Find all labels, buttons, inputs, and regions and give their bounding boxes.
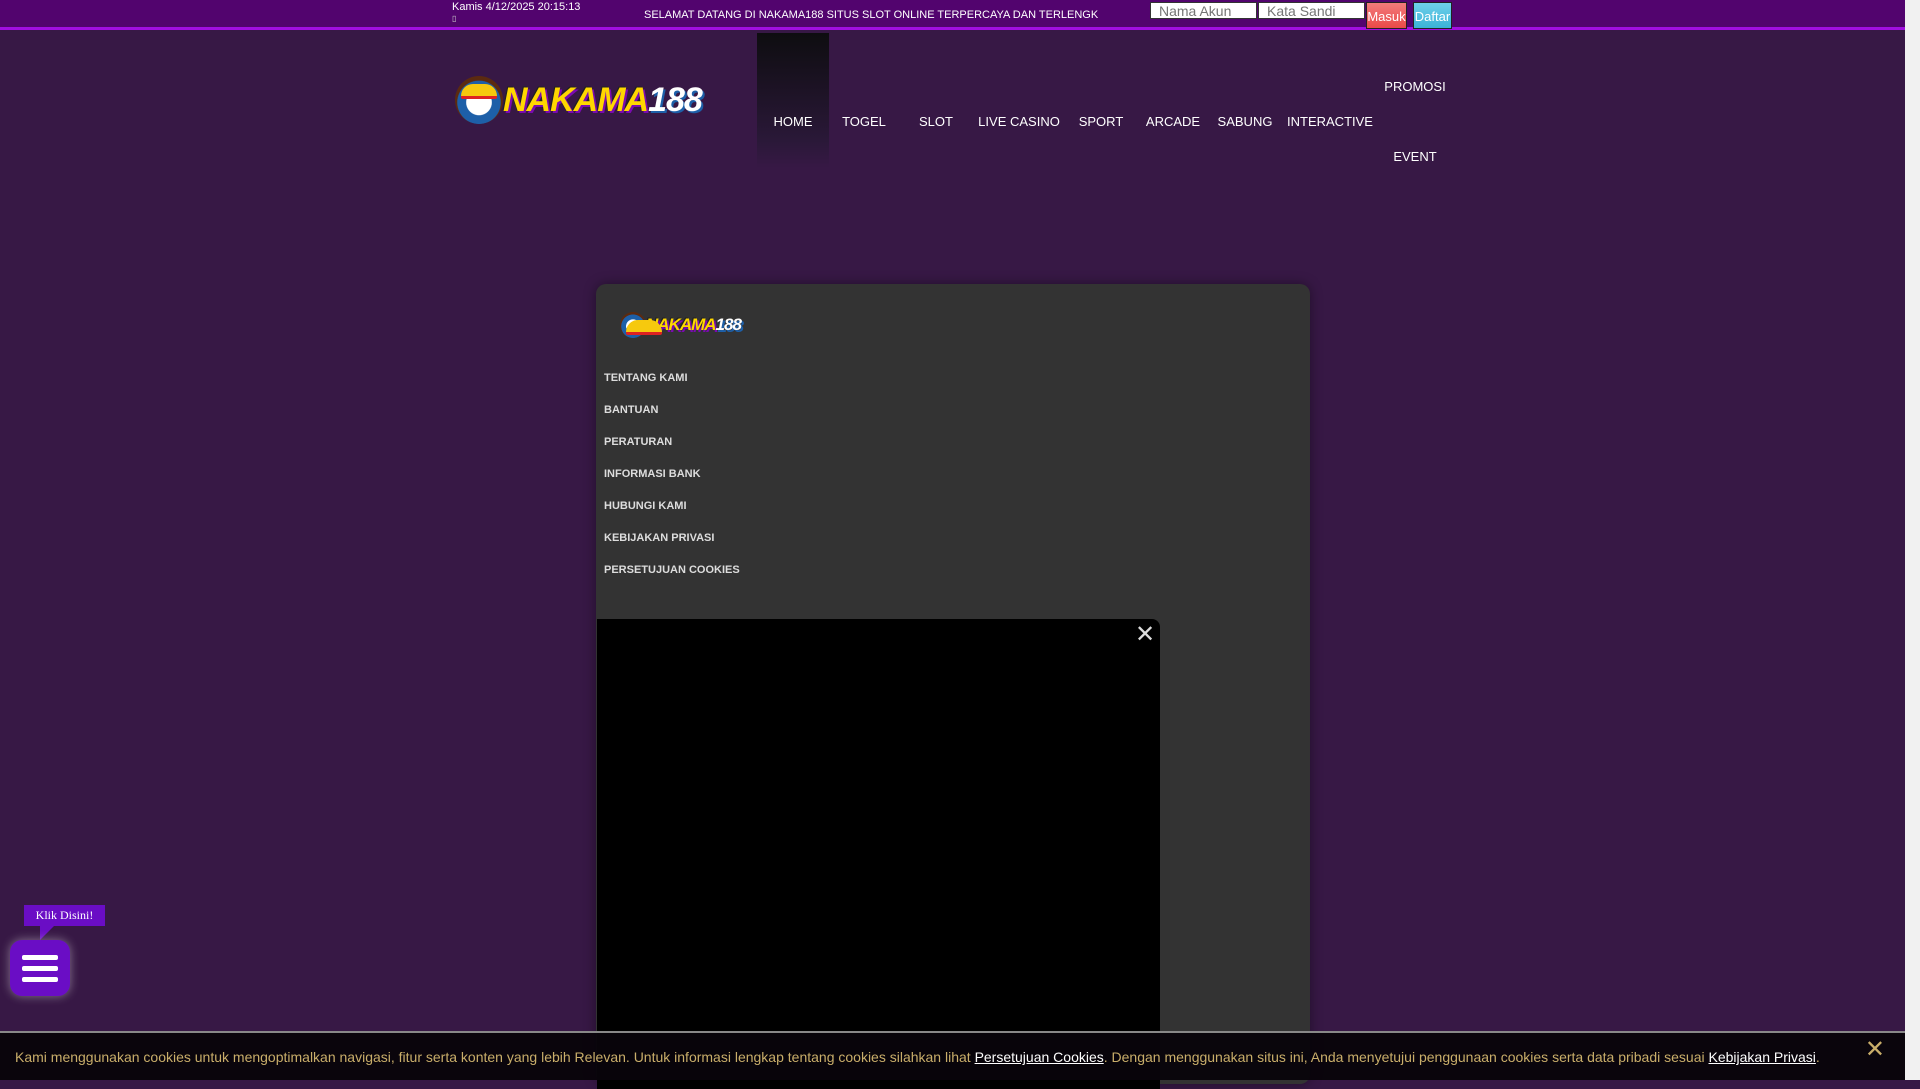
cookie-consent-link[interactable]: Persetujuan Cookies <box>975 1049 1104 1065</box>
menu-kebijakan-privasi[interactable]: KEBIJAKAN PRIVASI <box>604 532 714 544</box>
click-here-tooltip: Klik Disini! <box>24 905 105 940</box>
scrollbar[interactable] <box>1905 0 1920 1080</box>
nav-slot[interactable]: SLOT <box>919 114 953 129</box>
nav-interactive[interactable]: INTERACTIVE <box>1287 114 1373 129</box>
side-menu-panel: NAKAMA188 TENTANG KAMI BANTUAN PERATURAN… <box>596 284 1310 1089</box>
hamburger-icon <box>22 954 58 960</box>
logo-number: 188 <box>648 80 703 119</box>
menu-persetujuan-cookies[interactable]: PERSETUJUAN COOKIES <box>604 564 740 576</box>
nav-live-casino[interactable]: LIVE CASINO <box>978 114 1060 129</box>
clock-icon: ▯ <box>452 14 457 23</box>
cookie-banner: Kami menggunakan cookies untuk mengoptim… <box>0 1031 1905 1080</box>
menu-tentang-kami[interactable]: TENTANG KAMI <box>604 372 688 384</box>
welcome-marquee: SELAMAT DATANG DI NAKAMA188 SITUS SLOT O… <box>644 9 1099 21</box>
close-icon[interactable]: ✕ <box>1865 1035 1885 1064</box>
nav-sabung[interactable]: SABUNG <box>1218 114 1273 129</box>
close-icon[interactable]: ✕ <box>1135 623 1155 647</box>
top-bar: Kamis 4/12/2025 20:15:13 ▯ SELAMAT DATAN… <box>0 0 1905 30</box>
menu-hubungi-kami[interactable]: HUBUNGI KAMI <box>604 500 687 512</box>
nav-home[interactable]: HOME <box>774 114 813 129</box>
cookie-text: Kami menggunakan cookies untuk mengoptim… <box>15 1049 975 1065</box>
nav-active-highlight <box>757 33 829 168</box>
cookie-text: . Dengan menggunakan situs ini, Anda men… <box>1103 1049 1709 1065</box>
video-popup[interactable]: ✕ <box>597 619 1160 1089</box>
menu-bantuan[interactable]: BANTUAN <box>604 404 658 416</box>
datetime: Kamis 4/12/2025 20:15:13 <box>452 1 581 13</box>
nav-promosi[interactable]: PROMOSI <box>1384 79 1445 94</box>
privacy-policy-link[interactable]: Kebijakan Privasi <box>1709 1049 1816 1065</box>
skull-logo-icon <box>455 76 503 124</box>
skull-logo-icon <box>620 312 662 338</box>
username-input[interactable] <box>1150 2 1257 19</box>
login-button[interactable]: Masuk <box>1366 2 1407 29</box>
menu-informasi-bank[interactable]: INFORMASI BANK <box>604 468 701 480</box>
nav-event[interactable]: EVENT <box>1393 149 1436 164</box>
panel-logo: NAKAMA188 <box>620 312 742 338</box>
floating-menu-button[interactable] <box>10 940 70 996</box>
register-button[interactable]: Daftar <box>1413 2 1452 29</box>
site-logo[interactable]: NAKAMA188 <box>455 76 703 124</box>
cookie-text: . <box>1815 1049 1820 1065</box>
logo-number: 188 <box>715 315 742 334</box>
nav-togel[interactable]: TOGEL <box>842 114 886 129</box>
nav-sport[interactable]: SPORT <box>1079 114 1124 129</box>
menu-peraturan[interactable]: PERATURAN <box>604 436 672 448</box>
password-input[interactable] <box>1258 2 1365 19</box>
nav-arcade[interactable]: ARCADE <box>1146 114 1200 129</box>
logo-text: NAKAMA <box>503 80 649 119</box>
